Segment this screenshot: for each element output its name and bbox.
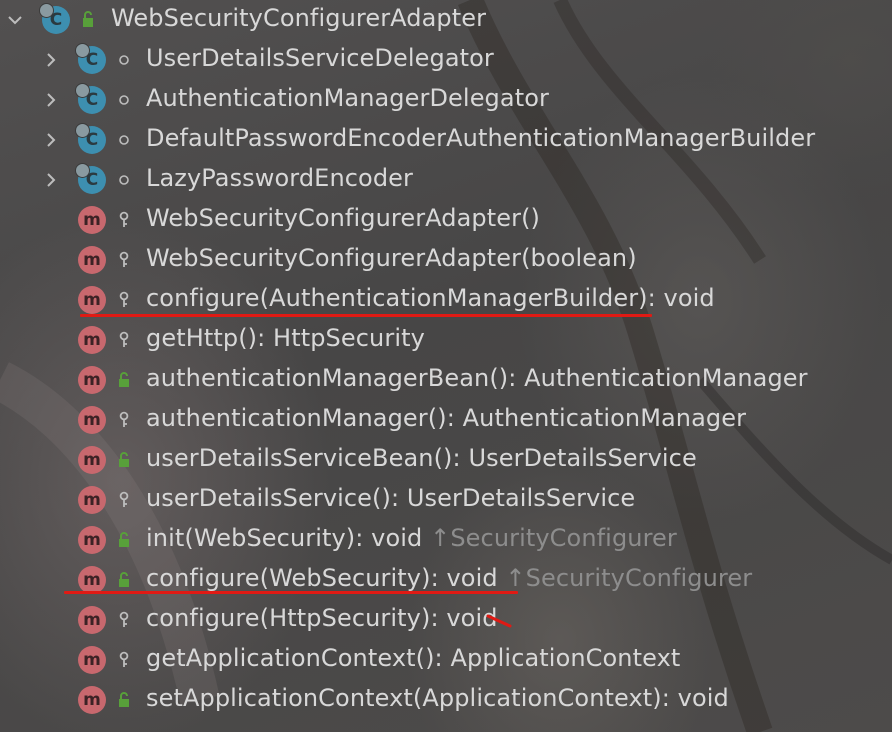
annotation-underline-2: [64, 591, 518, 594]
class-icon: C: [75, 83, 106, 114]
method-signature: authenticationManager(): AuthenticationM…: [146, 404, 746, 432]
root-class-name: WebSecurityConfigurerAdapter: [111, 4, 487, 32]
method-icon: m: [78, 246, 106, 274]
package-private-icon: [116, 129, 132, 151]
protected-key-icon: [116, 409, 132, 431]
method-signature-text: userDetailsServiceBean(): UserDetailsSer…: [146, 444, 697, 472]
method-signature-text: WebSecurityConfigurerAdapter(boolean): [146, 244, 637, 272]
method-signature-text: getHttp(): HttpSecurity: [146, 324, 425, 352]
nested-class-row[interactable]: C LazyPasswordEncoder: [0, 160, 892, 200]
class-icon: C: [75, 43, 106, 74]
method-signature: getHttp(): HttpSecurity: [146, 324, 425, 352]
method-icon: m: [78, 686, 106, 714]
class-icon: C: [39, 3, 70, 34]
method-row[interactable]: m authenticationManager(): Authentication…: [0, 400, 892, 440]
method-signature: getApplicationContext(): ApplicationCont…: [146, 644, 680, 672]
method-icon: m: [78, 486, 106, 514]
method-signature-text: userDetailsService(): UserDetailsService: [146, 484, 636, 512]
method-icon: m: [78, 326, 106, 354]
protected-key-icon: [116, 329, 132, 351]
chevron-right-icon[interactable]: [40, 129, 62, 151]
method-row[interactable]: m configure(HttpSecurity): void: [0, 600, 892, 640]
public-lock-icon: [116, 689, 132, 711]
method-row[interactable]: m WebSecurityConfigurerAdapter(boolean): [0, 240, 892, 280]
chevron-right-icon[interactable]: [40, 169, 62, 191]
nested-class-name: DefaultPasswordEncoderAuthenticationMana…: [146, 124, 816, 152]
method-row[interactable]: m userDetailsService(): UserDetailsServic…: [0, 480, 892, 520]
method-row[interactable]: m setApplicationContext(ApplicationContex…: [0, 680, 892, 720]
method-row[interactable]: m WebSecurityConfigurerAdapter(): [0, 200, 892, 240]
package-private-icon: [116, 49, 132, 71]
nested-class-row[interactable]: C AuthenticationManagerDelegator: [0, 80, 892, 120]
method-override-suffix: ↑SecurityConfigurer: [430, 524, 677, 552]
method-signature: authenticationManagerBean(): Authenticat…: [146, 364, 808, 392]
protected-key-icon: [116, 649, 132, 671]
method-signature-text: authenticationManager(): AuthenticationM…: [146, 404, 747, 432]
chevron-right-icon[interactable]: [40, 89, 62, 111]
method-icon: m: [78, 606, 106, 634]
public-lock-icon: [116, 449, 132, 471]
method-row[interactable]: m authenticationManagerBean(): Authentica…: [0, 360, 892, 400]
chevron-right-icon[interactable]: [40, 49, 62, 71]
protected-key-icon: [116, 249, 132, 271]
package-private-icon: [116, 169, 132, 191]
method-override-suffix: ↑SecurityConfigurer: [505, 564, 753, 592]
method-signature-text: authenticationManagerBean(): Authenticat…: [146, 364, 808, 392]
package-private-icon: [116, 89, 132, 111]
method-row[interactable]: m userDetailsServiceBean(): UserDetailsSe…: [0, 440, 892, 480]
method-icon: m: [78, 206, 106, 234]
public-lock-icon: [80, 9, 96, 31]
method-icon: m: [78, 566, 106, 594]
annotation-underline-1: [80, 314, 652, 317]
structure-tree: C WebSecurityConfigurerAdapter C UserDeta…: [0, 0, 892, 732]
tree-root[interactable]: C WebSecurityConfigurerAdapter: [0, 0, 892, 40]
method-signature-text: getApplicationContext(): ApplicationCont…: [146, 644, 681, 672]
nested-class-row[interactable]: C DefaultPasswordEncoderAuthenticationMan…: [0, 120, 892, 160]
protected-key-icon: [116, 489, 132, 511]
method-signature-text: configure(WebSecurity): void: [146, 564, 498, 592]
protected-key-icon: [116, 289, 132, 311]
public-lock-icon: [116, 569, 132, 591]
method-icon: m: [78, 646, 106, 674]
method-icon: m: [78, 446, 106, 474]
method-signature: configure(HttpSecurity): void: [146, 604, 498, 632]
method-signature: userDetailsServiceBean(): UserDetailsSer…: [146, 444, 697, 472]
method-signature: configure(WebSecurity): void ↑SecurityCo…: [146, 564, 752, 592]
method-row[interactable]: m init(WebSecurity): void ↑SecurityConfig…: [0, 520, 892, 560]
method-signature: userDetailsService(): UserDetailsService: [146, 484, 635, 512]
method-signature: setApplicationContext(ApplicationContext…: [146, 684, 729, 712]
method-signature-text: configure(AuthenticationManagerBuilder):…: [146, 284, 715, 312]
method-icon: m: [78, 526, 106, 554]
method-row[interactable]: m configure(WebSecurity): void ↑SecurityC…: [0, 560, 892, 600]
method-signature: WebSecurityConfigurerAdapter(): [146, 204, 540, 232]
method-signature-text: init(WebSecurity): void: [146, 524, 423, 552]
method-icon: m: [78, 406, 106, 434]
method-signature: configure(AuthenticationManagerBuilder):…: [146, 284, 715, 312]
public-lock-icon: [116, 529, 132, 551]
public-lock-icon: [116, 369, 132, 391]
nested-class-name: LazyPasswordEncoder: [146, 164, 414, 192]
class-icon: C: [75, 123, 106, 154]
method-signature-text: configure(HttpSecurity): void: [146, 604, 498, 632]
annotation-tick-mark: [486, 614, 512, 628]
class-icon: C: [75, 163, 106, 194]
nested-class-name: UserDetailsServiceDelegator: [146, 44, 494, 72]
method-signature: init(WebSecurity): void ↑SecurityConfigu…: [146, 524, 677, 552]
method-icon: m: [78, 286, 106, 314]
method-row[interactable]: m getHttp(): HttpSecurity: [0, 320, 892, 360]
method-icon: m: [78, 366, 106, 394]
method-row[interactable]: m getApplicationContext(): ApplicationCon…: [0, 640, 892, 680]
protected-key-icon: [116, 209, 132, 231]
nested-class-name: AuthenticationManagerDelegator: [146, 84, 549, 112]
method-signature-text: WebSecurityConfigurerAdapter(): [146, 204, 541, 232]
chevron-down-icon[interactable]: [4, 9, 26, 31]
method-signature-text: setApplicationContext(ApplicationContext…: [146, 684, 729, 712]
method-signature: WebSecurityConfigurerAdapter(boolean): [146, 244, 637, 272]
protected-key-icon: [116, 609, 132, 631]
nested-class-row[interactable]: C UserDetailsServiceDelegator: [0, 40, 892, 80]
